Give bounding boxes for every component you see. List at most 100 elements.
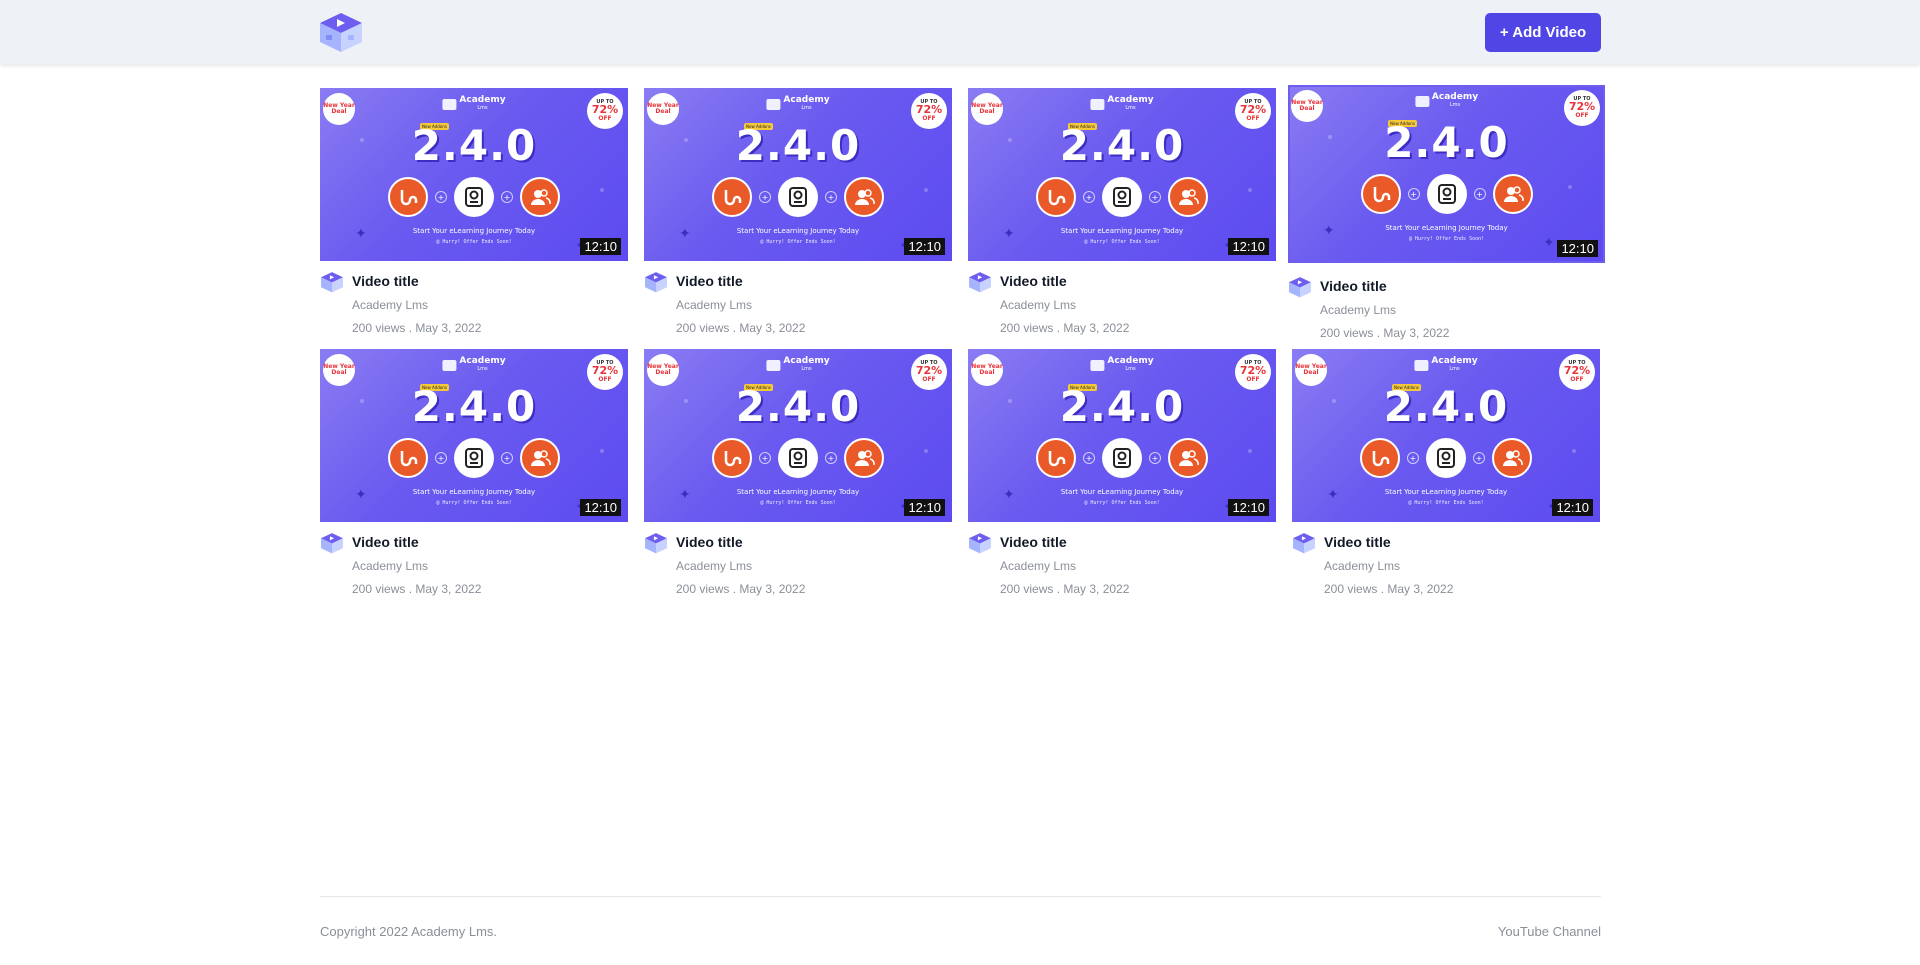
channel-name[interactable]: Academy Lms (676, 559, 752, 573)
video-thumbnail[interactable]: ✦ ✦ New Year Deal UP TO 72% OFF AcademyL… (1288, 85, 1605, 263)
video-title[interactable]: Video title (676, 534, 743, 550)
channel-avatar-icon[interactable] (644, 270, 668, 294)
discount-badge: UP TO 72% OFF (1564, 90, 1600, 126)
buddyboss-icon (1360, 174, 1401, 214)
video-thumbnail[interactable]: ✦ ✦ New Year Deal UP TO 72% OFF AcademyL… (644, 349, 952, 522)
channel-name[interactable]: Academy Lms (1000, 559, 1076, 573)
addon-icons: + + (1292, 438, 1600, 478)
video-stats: 200 views . May 3, 2022 (1000, 582, 1130, 596)
channel-name[interactable]: Academy Lms (1000, 298, 1076, 312)
video-duration: 12:10 (580, 238, 621, 255)
channel-name[interactable]: Academy Lms (352, 298, 428, 312)
channel-avatar-icon[interactable] (320, 531, 344, 555)
discount-badge: UP TO 72% OFF (1559, 354, 1595, 390)
course-viewer-icon (778, 177, 818, 217)
video-stats: 200 views . May 3, 2022 (1320, 326, 1450, 340)
brand-mini-icon (766, 98, 781, 110)
video-duration: 12:10 (1228, 499, 1269, 516)
youtube-channel-link[interactable]: YouTube Channel (1498, 924, 1601, 939)
users-group-icon (520, 438, 560, 478)
discount-badge: UP TO 72% OFF (587, 354, 623, 390)
buddyboss-icon (712, 438, 752, 478)
footer-divider (320, 896, 1601, 897)
video-title[interactable]: Video title (352, 534, 419, 550)
new-year-deal-badge: New Year Deal (647, 93, 679, 125)
video-duration: 12:10 (1228, 238, 1269, 255)
video-card[interactable]: ✦ ✦ New Year Deal UP TO 72% OFF AcademyL… (320, 88, 628, 349)
channel-name[interactable]: Academy Lms (352, 559, 428, 573)
version-text: 2.4.0 (1384, 118, 1509, 167)
video-meta: Video title Academy Lms 200 views . May … (1292, 522, 1600, 610)
video-title[interactable]: Video title (352, 273, 419, 289)
video-title[interactable]: Video title (1000, 273, 1067, 289)
video-thumbnail[interactable]: ✦ ✦ New Year Deal UP TO 72% OFF AcademyL… (968, 349, 1276, 522)
discount-badge: UP TO 72% OFF (587, 93, 623, 129)
video-meta: Video title Academy Lms 200 views . May … (320, 522, 628, 610)
video-card[interactable]: ✦ ✦ New Year Deal UP TO 72% OFF AcademyL… (968, 349, 1276, 610)
channel-name[interactable]: Academy Lms (676, 298, 752, 312)
addon-icons: + + (320, 177, 628, 217)
course-viewer-icon (1102, 177, 1142, 217)
course-viewer-icon (1426, 438, 1466, 478)
thumbnail-tagline: Start Your eLearning Journey Today (736, 488, 860, 496)
plus-icon: + (1083, 452, 1095, 464)
video-card[interactable]: ✦ ✦ New Year Deal UP TO 72% OFF AcademyL… (1292, 349, 1600, 610)
plus-icon: + (1407, 452, 1419, 464)
plus-icon: + (825, 452, 837, 464)
course-viewer-icon (778, 438, 818, 478)
channel-avatar-icon[interactable] (644, 531, 668, 555)
course-viewer-icon (1102, 438, 1142, 478)
video-thumbnail[interactable]: ✦ ✦ New Year Deal UP TO 72% OFF AcademyL… (320, 88, 628, 261)
video-card[interactable]: ✦ ✦ New Year Deal UP TO 72% OFF AcademyL… (320, 349, 628, 610)
buddyboss-icon (1360, 438, 1400, 478)
users-group-icon (1492, 438, 1532, 478)
discount-badge: UP TO 72% OFF (1235, 354, 1271, 390)
channel-name[interactable]: Academy Lms (1320, 303, 1396, 317)
discount-badge: UP TO 72% OFF (1235, 93, 1271, 129)
users-group-icon (844, 177, 884, 217)
channel-avatar-icon[interactable] (1288, 275, 1312, 299)
video-duration: 12:10 (580, 499, 621, 516)
video-thumbnail[interactable]: ✦ ✦ New Year Deal UP TO 72% OFF AcademyL… (320, 349, 628, 522)
addon-icons: + + (644, 438, 952, 478)
thumbnail-tagline: Start Your eLearning Journey Today (1060, 488, 1184, 496)
course-viewer-icon (454, 438, 494, 478)
version-text: 2.4.0 (735, 382, 861, 431)
video-meta: Video title Academy Lms 200 views . May … (968, 522, 1276, 610)
channel-name[interactable]: Academy Lms (1324, 559, 1400, 573)
plus-icon: + (1149, 191, 1161, 203)
thumbnail-brand: Academy Lms (766, 96, 830, 112)
video-title[interactable]: Video title (1324, 534, 1391, 550)
video-meta: Video title Academy Lms 200 views . May … (1288, 263, 1596, 351)
video-card[interactable]: ✦ ✦ New Year Deal UP TO 72% OFF AcademyL… (644, 349, 952, 610)
video-stats: 200 views . May 3, 2022 (676, 582, 806, 596)
video-title[interactable]: Video title (676, 273, 743, 289)
video-title[interactable]: Video title (1320, 278, 1387, 294)
plus-icon: + (1083, 191, 1095, 203)
users-group-icon (1168, 177, 1208, 217)
course-viewer-icon (454, 177, 494, 217)
video-duration: 12:10 (904, 499, 945, 516)
channel-avatar-icon[interactable] (968, 531, 992, 555)
channel-avatar-icon[interactable] (968, 270, 992, 294)
video-card[interactable]: ✦ ✦ New Year Deal UP TO 72% OFF AcademyL… (968, 88, 1276, 349)
video-thumbnail[interactable]: ✦ ✦ New Year Deal UP TO 72% OFF AcademyL… (968, 88, 1276, 261)
academy-logo-icon[interactable] (318, 11, 364, 53)
brand-mini-icon (766, 359, 781, 371)
video-thumbnail[interactable]: ✦ ✦ New Year Deal UP TO 72% OFF AcademyL… (644, 88, 952, 261)
video-title[interactable]: Video title (1000, 534, 1067, 550)
thumbnail-tagline: Start Your eLearning Journey Today (412, 488, 536, 496)
brand-mini-icon (1090, 359, 1105, 371)
video-meta: Video title Academy Lms 200 views . May … (320, 261, 628, 349)
video-card[interactable]: ✦ ✦ New Year Deal UP TO 72% OFF AcademyL… (1288, 85, 1605, 346)
add-video-button[interactable]: + Add Video (1485, 13, 1601, 52)
addon-icons: + + (644, 177, 952, 217)
video-stats: 200 views . May 3, 2022 (352, 321, 482, 335)
addon-icons: + + (320, 438, 628, 478)
video-stats: 200 views . May 3, 2022 (352, 582, 482, 596)
video-thumbnail[interactable]: ✦ ✦ New Year Deal UP TO 72% OFF AcademyL… (1292, 349, 1600, 522)
channel-avatar-icon[interactable] (1292, 531, 1316, 555)
video-card[interactable]: ✦ ✦ New Year Deal UP TO 72% OFF AcademyL… (644, 88, 952, 349)
channel-avatar-icon[interactable] (320, 270, 344, 294)
plus-icon: + (501, 452, 513, 464)
